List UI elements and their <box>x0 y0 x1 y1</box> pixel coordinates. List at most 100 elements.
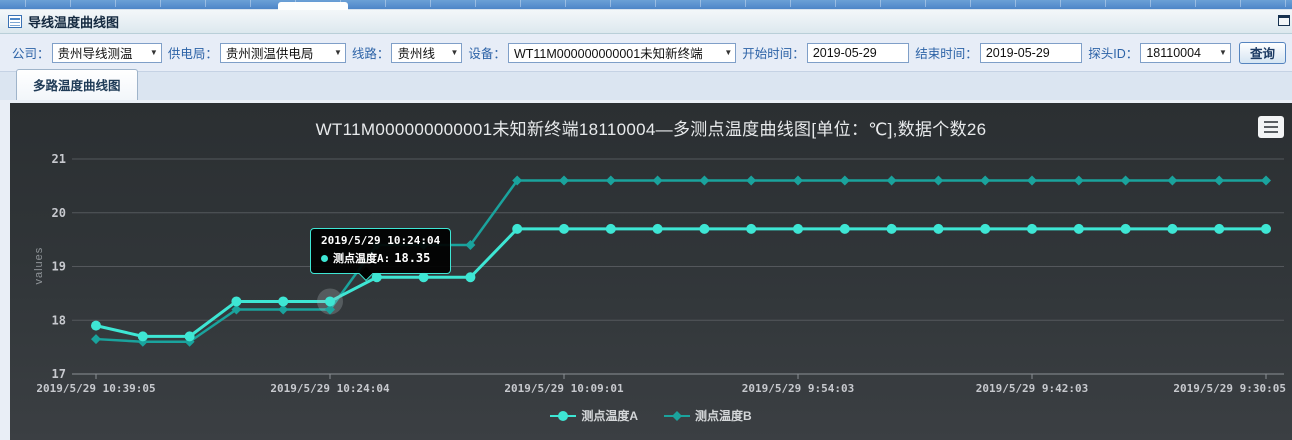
data-point[interactable] <box>699 224 709 234</box>
data-point[interactable] <box>980 224 990 234</box>
data-point[interactable] <box>746 176 756 186</box>
nav-separator <box>1285 0 1286 7</box>
data-point[interactable] <box>1167 176 1177 186</box>
chart-area: WT11M000000000001未知新终端18110004—多测点温度曲线图[… <box>10 103 1292 440</box>
tooltip-series-dot-icon <box>321 255 328 262</box>
data-point[interactable] <box>606 224 616 234</box>
tab-bar: 多路温度曲线图 <box>0 72 1292 100</box>
nav-separator <box>1195 0 1196 7</box>
data-point[interactable] <box>1121 176 1131 186</box>
data-point[interactable] <box>840 224 850 234</box>
data-point[interactable] <box>1214 176 1224 186</box>
nav-separator <box>430 0 431 7</box>
nav-separator <box>655 0 656 7</box>
data-point[interactable] <box>653 224 663 234</box>
data-point[interactable] <box>699 176 709 186</box>
data-point[interactable] <box>1074 176 1084 186</box>
data-point[interactable] <box>1261 224 1271 234</box>
chart-plot[interactable]: 1718192021values2019/5/29 10:39:052019/5… <box>10 103 1292 440</box>
nav-separator <box>160 0 161 7</box>
end-date-input[interactable]: 2019-05-29 <box>980 43 1082 63</box>
nav-separator <box>295 0 296 7</box>
data-point[interactable] <box>840 176 850 186</box>
data-point[interactable] <box>1167 224 1177 234</box>
y-tick-label: 18 <box>52 313 66 327</box>
data-point[interactable] <box>138 331 148 341</box>
data-point[interactable] <box>980 176 990 186</box>
chevron-down-icon: ▼ <box>451 48 459 57</box>
data-point[interactable] <box>185 331 195 341</box>
data-point[interactable] <box>231 296 241 306</box>
nav-separator <box>565 0 566 7</box>
chart-wrap: WT11M000000000001未知新终端18110004—多测点温度曲线图[… <box>0 100 1292 440</box>
nav-separator <box>250 0 251 7</box>
tooltip-time: 2019/5/29 10:24:04 <box>321 234 440 247</box>
nav-separator <box>835 0 836 7</box>
nav-separator <box>700 0 701 7</box>
data-point[interactable] <box>91 334 101 344</box>
start-date-input[interactable]: 2019-05-29 <box>807 43 909 63</box>
top-nav-active-tab[interactable] <box>278 2 348 10</box>
data-point[interactable] <box>465 272 475 282</box>
legend-item-测点温度A[interactable]: 测点温度A <box>550 407 638 424</box>
probe-select[interactable]: 18110004 ▼ <box>1140 43 1231 63</box>
nav-separator <box>1150 0 1151 7</box>
probe-id-label: 探头ID： <box>1088 43 1138 62</box>
chart-legend: 测点温度A 测点温度B <box>10 407 1292 424</box>
data-point[interactable] <box>1074 224 1084 234</box>
data-point[interactable] <box>793 176 803 186</box>
nav-separator <box>1060 0 1061 7</box>
tab-multi-temperature-curve[interactable]: 多路温度曲线图 <box>16 69 138 100</box>
chevron-down-icon: ▼ <box>1219 48 1227 57</box>
x-tick-label: 2019/5/29 9:54:03 <box>742 382 855 395</box>
chevron-down-icon: ▼ <box>334 48 342 57</box>
tooltip-series-label: 测点温度A: <box>333 250 390 266</box>
bureau-label: 供电局： <box>168 43 218 62</box>
data-point[interactable] <box>559 176 569 186</box>
data-point[interactable] <box>606 176 616 186</box>
start-time-label: 开始时间： <box>742 43 805 62</box>
nav-separator <box>25 0 26 7</box>
nav-separator <box>115 0 116 7</box>
device-select[interactable]: WT11M000000000001未知新终端 ▼ <box>508 43 736 63</box>
nav-separator <box>70 0 71 7</box>
data-point[interactable] <box>1214 224 1224 234</box>
data-point[interactable] <box>1027 176 1037 186</box>
nav-separator <box>745 0 746 7</box>
nav-separator <box>475 0 476 7</box>
line-select[interactable]: 贵州线 ▼ <box>391 43 462 63</box>
data-point[interactable] <box>91 321 101 331</box>
data-point[interactable] <box>278 296 288 306</box>
data-point[interactable] <box>1261 176 1271 186</box>
data-point[interactable] <box>887 224 897 234</box>
bureau-select[interactable]: 贵州测温供电局 ▼ <box>220 43 346 63</box>
company-select[interactable]: 贵州导线测温 ▼ <box>52 43 162 63</box>
legend-marker-icon <box>550 411 576 421</box>
x-tick-label: 2019/5/29 10:24:04 <box>270 382 390 395</box>
data-point[interactable] <box>559 224 569 234</box>
data-point[interactable] <box>793 224 803 234</box>
device-label: 设备： <box>468 43 506 62</box>
data-point[interactable] <box>933 176 943 186</box>
data-point[interactable] <box>653 176 663 186</box>
data-point[interactable] <box>933 224 943 234</box>
y-tick-label: 21 <box>52 152 66 166</box>
query-button[interactable]: 查询 <box>1239 42 1286 64</box>
maximize-icon[interactable] <box>1278 15 1290 26</box>
legend-marker-icon <box>664 411 690 421</box>
data-point[interactable] <box>1121 224 1131 234</box>
nav-separator <box>1105 0 1106 7</box>
legend-item-测点温度B[interactable]: 测点温度B <box>664 407 752 424</box>
y-tick-label: 17 <box>52 367 66 381</box>
data-point[interactable] <box>1027 224 1037 234</box>
filter-bar: 公司： 贵州导线测温 ▼ 供电局： 贵州测温供电局 ▼ 线路： 贵州线 ▼ 设备… <box>0 34 1292 72</box>
y-axis-label: values <box>33 247 45 285</box>
y-tick-label: 19 <box>52 260 66 274</box>
data-point[interactable] <box>325 296 335 306</box>
y-tick-label: 20 <box>52 206 66 220</box>
data-point[interactable] <box>887 176 897 186</box>
end-time-label: 结束时间： <box>915 43 978 62</box>
line-label: 线路： <box>352 43 390 62</box>
data-point[interactable] <box>746 224 756 234</box>
data-point[interactable] <box>512 224 522 234</box>
